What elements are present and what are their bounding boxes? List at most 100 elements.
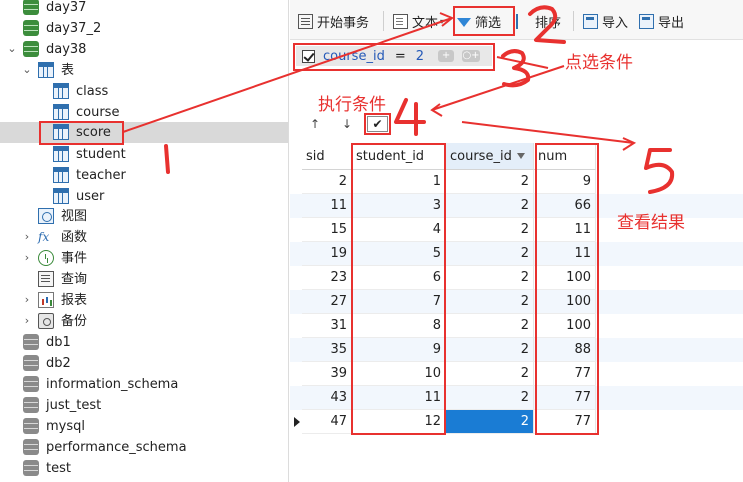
filter-button[interactable]: 筛选 <box>457 9 501 33</box>
text-button[interactable]: 文本 ▾ <box>393 9 444 33</box>
move-down-button[interactable]: ↓ <box>342 117 352 131</box>
chevron-right-icon[interactable] <box>6 1 18 15</box>
table-cell-student_id[interactable]: 4 <box>352 218 446 242</box>
chevron-right-icon[interactable]: › <box>21 251 33 265</box>
tree-item-student[interactable]: student <box>0 144 288 165</box>
table-cell-student_id[interactable]: 8 <box>352 314 446 338</box>
table-cell-num[interactable]: 77 <box>534 386 596 410</box>
table-cell-course_id[interactable]: 2 <box>446 242 534 266</box>
table-cell-sid[interactable]: 47 <box>302 410 352 434</box>
column-header-sid[interactable]: sid <box>302 143 352 170</box>
table-cell-sid[interactable]: 19 <box>302 242 352 266</box>
tree-item-test[interactable]: test <box>0 458 288 479</box>
table-row[interactable]: 23 6 2 100 <box>290 266 743 290</box>
table-cell-student_id[interactable]: 1 <box>352 170 446 194</box>
tree-item-user[interactable]: user <box>0 186 288 207</box>
chevron-down-icon[interactable]: ⌄ <box>21 63 33 77</box>
filter-value[interactable]: 2 <box>416 49 424 64</box>
table-cell-sid[interactable]: 43 <box>302 386 352 410</box>
table-cell-course_id[interactable]: 2 <box>446 338 534 362</box>
table-cell-student_id[interactable]: 10 <box>352 362 446 386</box>
table-cell-num[interactable]: 100 <box>534 266 596 290</box>
table-cell-num[interactable]: 100 <box>534 290 596 314</box>
table-cell-student_id[interactable]: 11 <box>352 386 446 410</box>
table-cell-sid[interactable]: 11 <box>302 194 352 218</box>
table-cell-course_id[interactable]: 2 <box>446 410 534 434</box>
table-cell-num[interactable]: 11 <box>534 242 596 266</box>
chevron-down-icon[interactable]: ⌄ <box>6 42 18 56</box>
chevron-right-icon[interactable]: › <box>21 314 33 328</box>
table-cell-student_id[interactable]: 7 <box>352 290 446 314</box>
table-cell-num[interactable]: 66 <box>534 194 596 218</box>
tree-item-tables[interactable]: ⌄ 表 <box>0 60 288 81</box>
tree-item-events[interactable]: › 事件 <box>0 248 288 269</box>
column-header-student_id[interactable]: student_id <box>352 143 446 170</box>
table-cell-course_id[interactable]: 2 <box>446 194 534 218</box>
filter-operator[interactable]: = <box>395 49 406 64</box>
table-row[interactable]: 43 11 2 77 <box>290 386 743 410</box>
table-row[interactable]: 31 8 2 100 <box>290 314 743 338</box>
table-cell-sid[interactable]: 23 <box>302 266 352 290</box>
chevron-right-icon[interactable]: › <box>21 293 33 307</box>
table-cell-course_id[interactable]: 2 <box>446 266 534 290</box>
tree-item-backups[interactable]: › 备份 <box>0 311 288 332</box>
tree-item-reports[interactable]: › 报表 <box>0 290 288 311</box>
sort-button[interactable]: 排序 <box>516 9 561 33</box>
tree-item-just_test[interactable]: just_test <box>0 395 288 416</box>
column-header-num[interactable]: num <box>534 143 596 170</box>
chevron-right-icon[interactable]: › <box>21 230 33 244</box>
add-condition-button[interactable]: + <box>438 50 455 62</box>
tree-item-information_schema[interactable]: information_schema <box>0 374 288 395</box>
table-cell-sid[interactable]: 39 <box>302 362 352 386</box>
tree-item-day38[interactable]: ⌄ day38 <box>0 39 288 60</box>
tree-item-day37_2[interactable]: day37_2 <box>0 18 288 39</box>
tree-item-queries[interactable]: 查询 <box>0 269 288 290</box>
table-cell-sid[interactable]: 27 <box>302 290 352 314</box>
column-header-course_id[interactable]: course_id <box>446 143 534 170</box>
table-cell-course_id[interactable]: 2 <box>446 314 534 338</box>
table-cell-num[interactable]: 11 <box>534 218 596 242</box>
tree-item-views[interactable]: 视图 <box>0 206 288 227</box>
tree-item-teacher[interactable]: teacher <box>0 165 288 186</box>
tree-item-course[interactable]: course <box>0 102 288 123</box>
import-button[interactable]: 导入 <box>583 9 628 33</box>
table-cell-num[interactable]: 100 <box>534 314 596 338</box>
tree-item-db1[interactable]: db1 <box>0 332 288 353</box>
begin-transaction-button[interactable]: 开始事务 <box>298 9 369 33</box>
table-cell-student_id[interactable]: 3 <box>352 194 446 218</box>
table-cell-student_id[interactable]: 5 <box>352 242 446 266</box>
tree-item-class[interactable]: class <box>0 81 288 102</box>
table-cell-course_id[interactable]: 2 <box>446 290 534 314</box>
tree-item-functions[interactable]: › fx 函数 <box>0 227 288 248</box>
table-cell-sid[interactable]: 2 <box>302 170 352 194</box>
table-cell-student_id[interactable]: 12 <box>352 410 446 434</box>
table-cell-student_id[interactable]: 9 <box>352 338 446 362</box>
tree-item-db2[interactable]: db2 <box>0 353 288 374</box>
table-cell-course_id[interactable]: 2 <box>446 218 534 242</box>
move-up-button[interactable]: ↑ <box>310 117 320 131</box>
table-cell-num[interactable]: 77 <box>534 362 596 386</box>
tree-item-mysql[interactable]: mysql <box>0 416 288 437</box>
export-button[interactable]: 导出 <box>639 9 684 33</box>
tree-item-performance_schema[interactable]: performance_schema <box>0 437 288 458</box>
table-cell-num[interactable]: 88 <box>534 338 596 362</box>
table-row[interactable]: 19 5 2 11 <box>290 242 743 266</box>
filter-condition[interactable]: course_id = 2 + ○+ <box>296 46 492 66</box>
add-group-button[interactable]: ○+ <box>462 50 481 62</box>
table-cell-sid[interactable]: 31 <box>302 314 352 338</box>
table-row[interactable]: 39 10 2 77 <box>290 362 743 386</box>
tree-item-day37[interactable]: day37 <box>0 0 288 18</box>
tree-item-score[interactable]: score <box>0 122 288 143</box>
filter-field[interactable]: course_id <box>323 49 385 64</box>
table-cell-course_id[interactable]: 2 <box>446 170 534 194</box>
table-row[interactable]: 47 12 2 77 <box>290 410 743 434</box>
table-cell-course_id[interactable]: 2 <box>446 386 534 410</box>
table-cell-course_id[interactable]: 2 <box>446 362 534 386</box>
table-cell-sid[interactable]: 35 <box>302 338 352 362</box>
table-cell-num[interactable]: 9 <box>534 170 596 194</box>
table-row[interactable]: 35 9 2 88 <box>290 338 743 362</box>
filter-enable-checkbox[interactable] <box>302 49 315 63</box>
table-cell-sid[interactable]: 15 <box>302 218 352 242</box>
table-row[interactable]: 27 7 2 100 <box>290 290 743 314</box>
table-cell-student_id[interactable]: 6 <box>352 266 446 290</box>
